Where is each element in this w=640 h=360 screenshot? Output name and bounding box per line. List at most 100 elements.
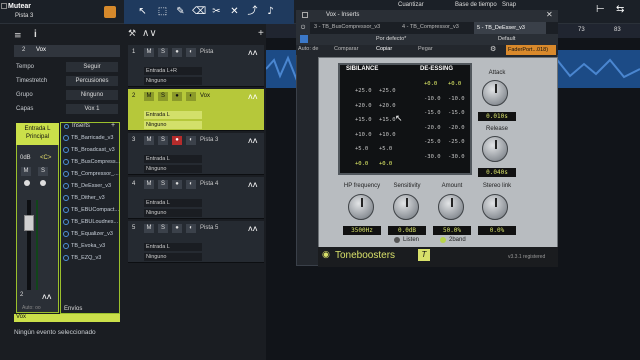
solo-button[interactable]: S xyxy=(158,180,168,189)
tab-compressor[interactable]: 4 - TB_Compressor_v3 xyxy=(402,24,459,30)
power-icon[interactable]: ⏻ xyxy=(296,22,310,34)
insert-slot[interactable]: TB_EBULoudnes... xyxy=(62,218,118,228)
automation-icon[interactable]: ∧∨ xyxy=(142,28,157,39)
inspector-row-tempo[interactable]: Tempo Seguir xyxy=(14,62,120,73)
eraser-tool-icon[interactable]: ⌫ xyxy=(192,5,206,18)
wrench-icon[interactable]: ⚒ xyxy=(128,29,136,39)
tab-deesser[interactable]: 5 - TB_DeEsser_v3 xyxy=(474,22,546,34)
track-name[interactable]: Pista 5 xyxy=(200,225,218,231)
band-led[interactable] xyxy=(440,237,446,243)
channel-solo-button[interactable]: S xyxy=(38,167,48,176)
fader-port-button[interactable]: FaderPort...018) xyxy=(506,45,556,55)
insert-power-icon[interactable] xyxy=(63,219,69,225)
monitor-button[interactable]: ◐ xyxy=(186,180,196,189)
monitor-button[interactable]: ◐ xyxy=(186,224,196,233)
output-select[interactable]: Ninguno xyxy=(144,77,202,85)
insert-slot[interactable]: TB_EZQ_v3 xyxy=(62,254,118,264)
timestretch-select[interactable]: Percusiones xyxy=(66,76,118,86)
solo-button[interactable]: S xyxy=(158,136,168,145)
insert-slot[interactable]: TB_Dither_v3 xyxy=(62,194,118,204)
track-row[interactable]: 1 M S ● ◐ Pista ʌʌ Entrada L+R Ninguno xyxy=(128,45,264,87)
mute-label[interactable]: Mutear xyxy=(8,3,31,10)
insert-power-icon[interactable] xyxy=(63,135,69,141)
compare-button[interactable]: Comparar xyxy=(334,46,358,52)
output-select[interactable]: Ninguno xyxy=(144,165,202,173)
record-button[interactable]: ● xyxy=(172,224,182,233)
split-tool-icon[interactable]: ✂ xyxy=(210,5,223,18)
record-button[interactable]: ● xyxy=(172,92,182,101)
mute-button[interactable]: M xyxy=(144,136,154,145)
insert-slot[interactable]: TB_Barricade_v3 xyxy=(62,134,118,144)
track-name[interactable]: Pista xyxy=(200,49,213,55)
monitor-icon[interactable] xyxy=(40,180,46,186)
close-icon[interactable]: ✕ xyxy=(546,10,553,19)
output-select[interactable]: Ninguno xyxy=(144,209,202,217)
listen-led[interactable] xyxy=(394,237,400,243)
channel-input-label[interactable]: Entrada L Principal xyxy=(16,123,59,145)
insert-power-icon[interactable] xyxy=(63,159,69,165)
mute-tool-icon[interactable]: ✕ xyxy=(228,5,241,18)
timebase-menu[interactable]: Base de tiempo xyxy=(455,2,497,8)
input-select[interactable]: Entrada L xyxy=(144,111,202,119)
mute-toggle-icon[interactable] xyxy=(104,6,116,18)
insert-power-icon[interactable] xyxy=(63,195,69,201)
preset-right-select[interactable]: Default xyxy=(498,36,515,42)
tab-buscompressor[interactable]: 3 - TB_BusCompressor_v3 xyxy=(314,24,380,30)
power-button[interactable] xyxy=(300,35,308,43)
auto-button[interactable]: Auto: de xyxy=(298,46,319,52)
insert-power-icon[interactable] xyxy=(63,255,69,261)
monitor-button[interactable]: ◐ xyxy=(186,136,196,145)
output-select[interactable]: Ninguno xyxy=(144,121,202,129)
record-button[interactable]: ● xyxy=(172,180,182,189)
range-tool-icon[interactable]: ⬚ xyxy=(156,5,169,18)
preset-select[interactable]: Por defecto* xyxy=(376,36,406,42)
insert-slot[interactable]: TB_DeEsser_v3 xyxy=(62,182,118,192)
inspector-track-header[interactable]: 2 Vox xyxy=(14,45,120,57)
arrow-tool-icon[interactable]: ↖ xyxy=(136,5,149,18)
track-row[interactable]: 2 M S ● ◐ Vox ʌʌ Entrada L Ninguno xyxy=(128,89,264,131)
output-select[interactable]: Ninguno xyxy=(144,253,202,261)
input-select[interactable]: Entrada L xyxy=(144,243,202,251)
release-knob[interactable] xyxy=(482,136,508,162)
add-track-icon[interactable]: + xyxy=(258,28,264,39)
solo-button[interactable]: S xyxy=(158,48,168,57)
mute-button[interactable]: M xyxy=(144,180,154,189)
add-insert-icon[interactable]: + xyxy=(111,122,115,129)
track-name[interactable]: Pista 3 xyxy=(200,137,218,143)
track-row[interactable]: 4 M S ● ◐ Pista 4 ʌʌ Entrada L Ninguno xyxy=(128,177,264,219)
fader-handle[interactable] xyxy=(24,215,34,231)
pencil-tool-icon[interactable]: ✎ xyxy=(174,5,187,18)
monitor-button[interactable]: ◐ xyxy=(186,48,196,57)
channel-mute-button[interactable]: M xyxy=(21,167,31,176)
track-name[interactable]: Pista 4 xyxy=(200,181,218,187)
hp-frequency-knob[interactable] xyxy=(348,194,374,220)
insert-slot[interactable]: TB_Equalizer_v3 xyxy=(62,230,118,240)
inspector-row-group[interactable]: Grupo Ninguno xyxy=(14,90,120,101)
snap-menu[interactable]: Snap xyxy=(502,2,516,8)
amount-knob[interactable] xyxy=(438,194,464,220)
track-name[interactable]: Vox xyxy=(200,93,210,99)
copy-button[interactable]: Copiar xyxy=(376,46,392,52)
inserts-power-icon[interactable] xyxy=(64,124,69,129)
mute-button[interactable]: M xyxy=(144,92,154,101)
listen-tool-icon[interactable]: ♪ xyxy=(264,5,277,18)
layers-select[interactable]: Vox 1 xyxy=(66,104,118,114)
insert-power-icon[interactable] xyxy=(63,231,69,237)
insert-power-icon[interactable] xyxy=(63,171,69,177)
insert-power-icon[interactable] xyxy=(63,183,69,189)
attack-knob[interactable] xyxy=(482,80,508,106)
timeline-tool-icon[interactable]: ⊢ xyxy=(596,4,605,15)
tempo-select[interactable]: Seguir xyxy=(66,62,118,72)
inspector-row-timestretch[interactable]: Timestretch Percusiones xyxy=(14,76,120,87)
record-arm-icon[interactable] xyxy=(24,180,30,186)
solo-button[interactable]: S xyxy=(158,92,168,101)
sensitivity-knob[interactable] xyxy=(393,194,419,220)
record-button[interactable]: ● xyxy=(172,48,182,57)
input-select[interactable]: Entrada L+R xyxy=(144,67,202,75)
follow-tool-icon[interactable]: ⇆ xyxy=(616,4,624,15)
track-row[interactable]: 5 M S ● ◐ Pista 5 ʌʌ Entrada L Ninguno xyxy=(128,221,264,263)
mute-button[interactable]: M xyxy=(144,224,154,233)
insert-slot[interactable]: TB_Evoka_v3 xyxy=(62,242,118,252)
insert-slot[interactable]: TB_Broadcast_v3 xyxy=(62,146,118,156)
insert-power-icon[interactable] xyxy=(63,207,69,213)
